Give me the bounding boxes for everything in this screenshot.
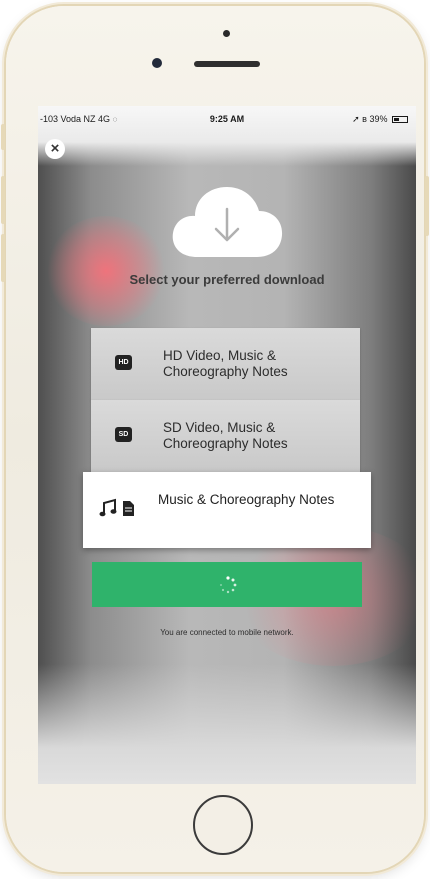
background-blur	[46, 216, 166, 326]
download-button[interactable]	[92, 562, 362, 607]
close-icon: ×	[50, 140, 60, 157]
bluetooth-icon: ʙ	[362, 114, 367, 124]
cloud-download-icon	[172, 187, 283, 257]
music-note-icon	[99, 498, 134, 517]
option-icons	[99, 498, 139, 523]
option-hd-video[interactable]: HD HD Video, Music & Choreography Notes	[91, 328, 360, 400]
mute-switch	[1, 124, 5, 150]
earpiece-speaker	[194, 61, 260, 67]
option-label: Music & Choreography Notes	[158, 492, 335, 507]
network-note: You are connected to mobile network.	[160, 628, 294, 637]
battery-percent: 39%	[369, 114, 388, 124]
option-label: SD Video, Music & Choreography Notes	[163, 420, 288, 451]
close-button[interactable]: ×	[45, 139, 65, 159]
loading-spinner-icon	[220, 576, 237, 594]
status-bar: -103 Voda NZ 4G ◌ 9:25 AM ➚ ʙ 39%	[38, 114, 416, 128]
battery-fill	[394, 118, 399, 122]
hd-icon: HD	[115, 355, 132, 370]
battery-icon	[392, 116, 408, 124]
option-music-notes[interactable]: Music & Choreography Notes	[83, 472, 371, 548]
power-button	[425, 176, 429, 236]
phone-frame: -103 Voda NZ 4G ◌ 9:25 AM ➚ ʙ 39% × Sele…	[1, 6, 429, 872]
document-icon	[123, 501, 134, 516]
option-label: HD Video, Music & Choreography Notes	[163, 348, 288, 379]
option-sd-video[interactable]: SD SD Video, Music & Choreography Notes	[91, 400, 360, 472]
location-icon: ➚	[352, 114, 360, 124]
app-screen: -103 Voda NZ 4G ◌ 9:25 AM ➚ ʙ 39% × Sele…	[38, 106, 416, 784]
proximity-sensor	[223, 30, 230, 37]
volume-down-button	[1, 234, 5, 282]
download-prompt: Select your preferred download	[129, 272, 325, 287]
front-camera	[152, 58, 162, 68]
home-button[interactable]	[193, 795, 253, 855]
sd-icon: SD	[115, 427, 132, 442]
status-indicators: ➚ ʙ 39%	[352, 114, 408, 125]
volume-up-button	[1, 176, 5, 224]
